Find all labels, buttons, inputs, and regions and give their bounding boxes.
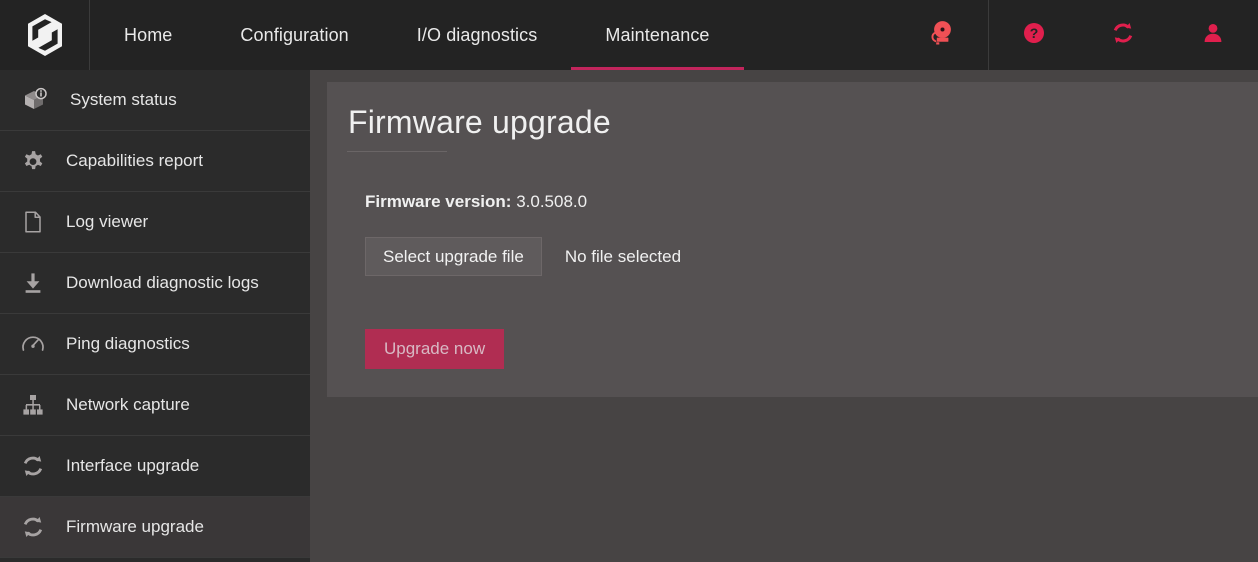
sidebar-item-label: Capabilities report <box>66 151 204 170</box>
top-navigation-bar: Home Configuration I/O diagnostics Maint… <box>0 0 1258 70</box>
firmware-version-label: Firmware version: <box>365 192 512 211</box>
firmware-upgrade-panel: Firmware upgrade Firmware version: 3.0.5… <box>327 82 1258 397</box>
firmware-version-value: 3.0.508.0 <box>516 192 588 211</box>
sidebar-item-system-status[interactable]: System status <box>0 70 310 131</box>
help-button[interactable]: ? <box>988 0 1078 70</box>
sidebar-item-download-diagnostic-logs[interactable]: Download diagnostic logs <box>0 253 310 314</box>
help-icon: ? <box>1022 21 1046 50</box>
svg-text:?: ? <box>1029 25 1038 41</box>
refresh-icon <box>1110 20 1136 51</box>
title-divider <box>347 151 447 152</box>
sidebar-item-label: Log viewer <box>66 212 149 231</box>
select-upgrade-file-button[interactable]: Select upgrade file <box>365 237 542 276</box>
upgrade-now-button[interactable]: Upgrade now <box>365 329 505 369</box>
sidebar-item-label: Download diagnostic logs <box>66 273 259 292</box>
alarm-button[interactable] <box>894 0 988 70</box>
refresh-icon <box>0 453 66 479</box>
nav-tab-io-diagnostics[interactable]: I/O diagnostics <box>383 0 572 70</box>
refresh-icon <box>0 514 66 540</box>
nav-tab-label: I/O diagnostics <box>416 24 538 45</box>
sidebar-item-capabilities-report[interactable]: Capabilities report <box>0 131 310 192</box>
topbar-icon-group: ? <box>894 0 1258 70</box>
hexagon-swirl-logo <box>25 13 65 57</box>
sidebar-item-ping-diagnostics[interactable]: Ping diagnostics <box>0 314 310 375</box>
nav-tab-maintenance[interactable]: Maintenance <box>571 0 744 70</box>
nav-tab-label: Configuration <box>240 24 349 45</box>
sidebar-item-network-capture[interactable]: Network capture <box>0 375 310 436</box>
refresh-button[interactable] <box>1078 0 1168 70</box>
sidebar-item-label: System status <box>70 90 177 109</box>
sidebar-item-label: Network capture <box>66 395 190 414</box>
app-logo[interactable] <box>0 0 90 70</box>
main-nav: Home Configuration I/O diagnostics Maint… <box>90 0 744 70</box>
firmware-version-row: Firmware version: 3.0.508.0 <box>365 192 587 212</box>
gear-icon <box>0 148 66 174</box>
sidebar-item-label: Interface upgrade <box>66 456 200 475</box>
download-icon <box>0 270 66 296</box>
sitemap-icon <box>0 392 66 418</box>
user-icon <box>1201 21 1225 50</box>
sidebar-item-label: Ping diagnostics <box>66 334 190 353</box>
nav-tab-label: Home <box>124 24 173 45</box>
alarm-bell-icon <box>926 18 956 53</box>
nav-tab-configuration[interactable]: Configuration <box>206 0 382 70</box>
sidebar-item-interface-upgrade[interactable]: Interface upgrade <box>0 436 310 497</box>
package-info-icon <box>0 87 70 113</box>
nav-tab-label: Maintenance <box>605 24 710 45</box>
sidebar-navigation: System status Capabilities report Log vi… <box>0 70 310 562</box>
sidebar-item-firmware-upgrade[interactable]: Firmware upgrade <box>0 497 310 558</box>
main-content: Firmware upgrade Firmware version: 3.0.5… <box>310 70 1258 562</box>
sidebar-item-log-viewer[interactable]: Log viewer <box>0 192 310 253</box>
document-icon <box>0 209 66 235</box>
app-root: Home Configuration I/O diagnostics Maint… <box>0 0 1258 562</box>
file-select-row: Select upgrade file No file selected <box>365 237 681 276</box>
sidebar-item-label: Firmware upgrade <box>66 517 204 536</box>
file-status-text: No file selected <box>564 246 682 266</box>
gauge-icon <box>0 331 66 357</box>
page-title: Firmware upgrade <box>348 104 611 140</box>
user-account-button[interactable] <box>1168 0 1258 70</box>
nav-tab-home[interactable]: Home <box>90 0 206 70</box>
